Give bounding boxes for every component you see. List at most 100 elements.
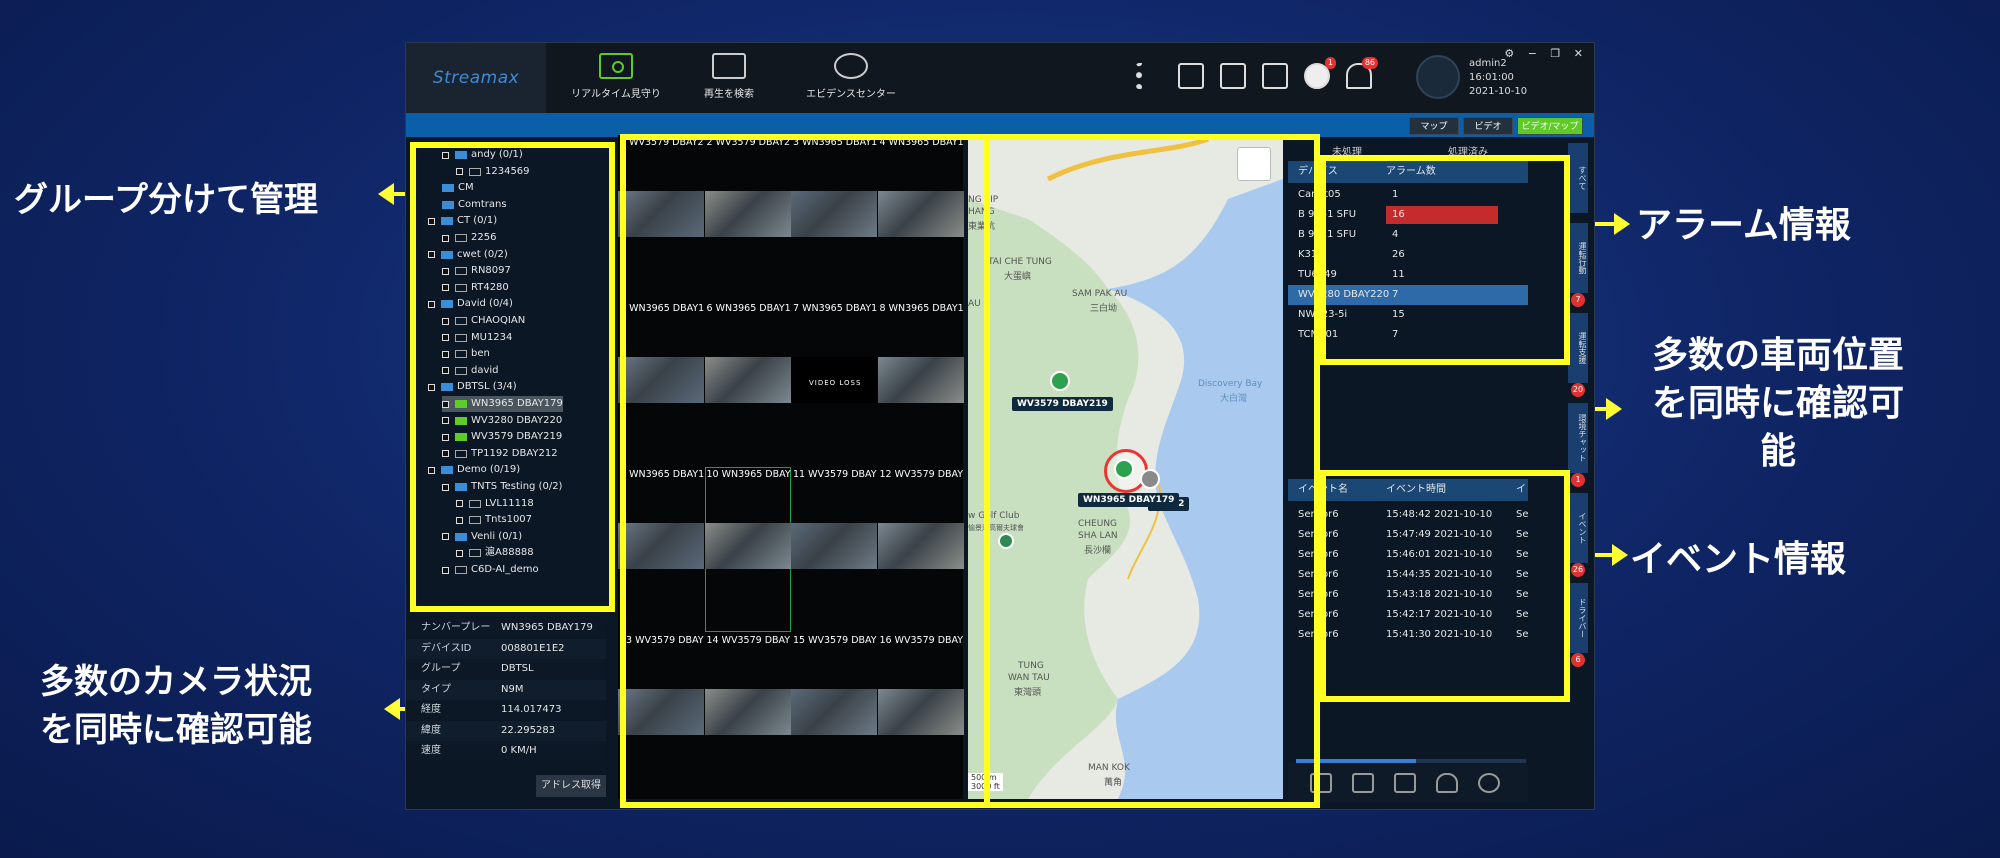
tree-node[interactable]: David (0/4) [428, 296, 513, 312]
video-cell[interactable]: 1 WV3579 DBAY2 [618, 135, 704, 300]
mic-icon[interactable] [1310, 773, 1332, 793]
intercom-icon[interactable] [1352, 773, 1374, 793]
video-cell[interactable]: 6 WN3965 DBAY1 [704, 301, 791, 466]
event-row[interactable]: Sensor6 15:42:17 2021-10-10 Se [1288, 605, 1529, 625]
archive-icon[interactable] [1262, 63, 1288, 89]
alarm-row[interactable]: Cariot05 1 [1288, 185, 1528, 205]
expand-icon[interactable] [442, 267, 449, 275]
vehicle-marker[interactable]: WN3965 DBAY179 [1078, 493, 1180, 507]
video-cell[interactable]: 13 WV3579 DBAY [618, 633, 704, 798]
alarm-row[interactable]: WV3280 DBAY220 7 [1288, 285, 1528, 305]
video-cell[interactable]: 11 WV3579 DBAY [791, 467, 877, 632]
video-cell[interactable]: 12 WV3579 DBAY [877, 467, 964, 632]
tab-done[interactable]: 処理済み [1448, 143, 1488, 158]
tree-node[interactable]: MU1234 [442, 330, 512, 346]
alarm-row[interactable]: B 9811 SFU 4 [1288, 225, 1528, 245]
tree-node[interactable]: LVL11118 [456, 496, 534, 512]
video-cell[interactable]: 2 WV3579 DBAY2 [704, 135, 791, 300]
tree-node[interactable]: Venli (0/1) [442, 529, 522, 545]
collapse-icon[interactable] [428, 300, 435, 308]
event-row[interactable]: Sensor6 15:48:42 2021-10-10 Se [1288, 505, 1529, 525]
list-icon[interactable] [1136, 63, 1162, 89]
tree-node[interactable]: 滬A88888 [456, 545, 534, 561]
side-tab[interactable]: 運転支援 [1568, 313, 1588, 383]
event-row[interactable]: Sensor6 15:47:49 2021-10-10 Se [1288, 525, 1529, 545]
alarm-row[interactable]: TU6449 11 [1288, 265, 1528, 285]
tab-pending[interactable]: 未処理 [1332, 143, 1362, 158]
expand-icon[interactable] [456, 516, 463, 524]
video-cell[interactable]: 15 WV3579 DBAY [791, 633, 877, 798]
alarm-row[interactable]: TCM001 7 [1288, 325, 1528, 345]
video-cell[interactable]: 14 WV3579 DBAY [704, 633, 791, 798]
tree-node[interactable]: CM [442, 180, 474, 196]
alarm-row[interactable]: B 9451 SFU 16 [1288, 205, 1528, 225]
expand-icon[interactable] [442, 417, 449, 425]
tree-node[interactable]: Demo (0/19) [428, 462, 520, 478]
expand-icon[interactable] [456, 549, 463, 557]
tree-node[interactable]: cwet (0/2) [428, 247, 508, 263]
history-icon[interactable] [1478, 773, 1500, 793]
vehicle-marker[interactable]: WV3579 DBAY219 [1012, 397, 1113, 411]
side-tab[interactable]: 運転行動 [1568, 223, 1588, 293]
window-controls[interactable]: ⚙ − ❐ ✕ [1504, 47, 1588, 60]
vehicle-pin-icon[interactable] [1140, 469, 1160, 489]
alarm-row[interactable]: K316 26 [1288, 245, 1528, 265]
tree-node[interactable]: 1234569 [456, 164, 530, 180]
tree-node[interactable]: TNTS Testing (0/2) [442, 479, 562, 495]
collapse-icon[interactable] [442, 483, 449, 491]
video-cell[interactable]: 16 WV3579 DBAY [877, 633, 964, 798]
event-row[interactable]: Sensor6 15:41:30 2021-10-10 Se [1288, 625, 1529, 645]
collapse-icon[interactable] [428, 466, 435, 474]
video-cell[interactable]: 8 WN3965 DBAY1 [877, 301, 964, 466]
view-both-button[interactable]: ビデオ/マップ [1517, 117, 1583, 135]
video-cell[interactable]: 9 WN3965 DBAY1 [618, 467, 704, 632]
view-video-button[interactable]: ビデオ [1463, 117, 1513, 135]
alarm-row[interactable]: NW623-5i 15 [1288, 305, 1528, 325]
video-cell[interactable]: 5 WN3965 DBAY1 [618, 301, 704, 466]
expand-icon[interactable] [442, 284, 449, 292]
tree-node[interactable]: TP1192 DBAY212 [442, 446, 558, 462]
video-cell[interactable]: 10 WN3965 DBAY [704, 467, 791, 632]
bell-icon[interactable]: 86 [1346, 57, 1378, 89]
nav-playback[interactable]: 再生を検索 [669, 43, 789, 113]
vehicle-pin-icon[interactable] [1114, 459, 1134, 479]
tree-node[interactable]: RN8097 [442, 263, 511, 279]
tree-node[interactable]: RT4280 [442, 280, 509, 296]
side-tab[interactable]: イベント [1568, 493, 1588, 563]
get-address-button[interactable]: アドレス取得 [536, 775, 606, 797]
tree-node[interactable]: CHAOQIAN [442, 313, 525, 329]
text-message-icon[interactable] [1394, 773, 1416, 793]
side-tab[interactable]: 環境チャット [1568, 403, 1588, 473]
expand-icon[interactable] [442, 450, 449, 458]
tree-node[interactable]: Comtrans [442, 197, 507, 213]
vehicle-pin-icon[interactable] [1050, 371, 1070, 391]
report-icon[interactable] [1220, 63, 1246, 89]
video-cell[interactable]: 4 WN3965 DBAY1 [877, 135, 964, 300]
expand-icon[interactable] [442, 317, 449, 325]
event-row[interactable]: Sensor6 15:46:01 2021-10-10 Se [1288, 545, 1529, 565]
expand-icon[interactable] [442, 400, 449, 408]
view-map-button[interactable]: マップ [1409, 117, 1459, 135]
tree-node[interactable]: david [442, 363, 499, 379]
tree-node[interactable]: WV3280 DBAY220 [442, 413, 562, 429]
avatar[interactable] [1416, 55, 1460, 99]
tree-node[interactable]: WV3579 DBAY219 [442, 429, 562, 445]
event-row[interactable]: Sensor6 15:44:35 2021-10-10 Se [1288, 565, 1529, 585]
upload-icon[interactable] [1178, 63, 1204, 89]
side-tab[interactable]: ドライバー [1568, 583, 1588, 653]
expand-icon[interactable] [456, 168, 463, 176]
download-icon[interactable]: 1 [1304, 57, 1336, 89]
headset-icon[interactable] [1436, 773, 1458, 793]
video-cell[interactable]: 3 WN3965 DBAY1 [791, 135, 877, 300]
collapse-icon[interactable] [428, 251, 435, 259]
expand-icon[interactable] [442, 367, 449, 375]
tree-node[interactable]: CT (0/1) [428, 213, 497, 229]
collapse-icon[interactable] [428, 217, 435, 225]
nav-realtime[interactable]: リアルタイム見守り [556, 43, 676, 113]
expand-icon[interactable] [442, 234, 449, 242]
video-cell[interactable]: 7 WN3965 DBAY1 VIDEO LOSS [791, 301, 877, 466]
tree-node[interactable]: 2256 [442, 230, 496, 246]
tree-node[interactable]: ben [442, 346, 490, 362]
tree-node[interactable]: DBTSL (3/4) [428, 379, 517, 395]
expand-icon[interactable] [456, 500, 463, 508]
